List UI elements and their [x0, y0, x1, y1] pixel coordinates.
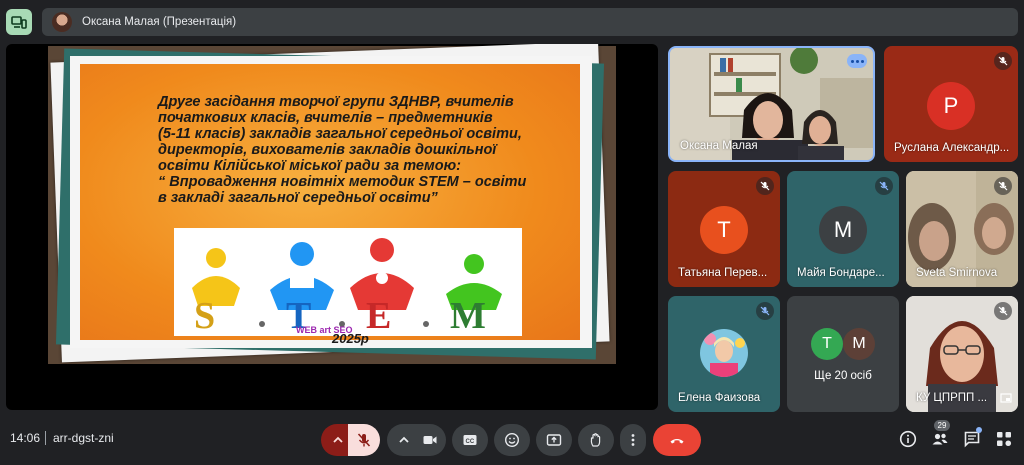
participant-name: Майя Бондаре... — [797, 267, 885, 279]
participant-avatar: M — [843, 328, 875, 360]
slide-heading: Друге засідання творчої групи ЗДНВР, вчи… — [158, 94, 578, 206]
meeting-details-button[interactable] — [897, 428, 919, 450]
participant-tile-oksana[interactable]: Оксана Малая — [668, 46, 875, 162]
info-icon — [899, 430, 917, 448]
microphone-toggle-button[interactable] — [348, 424, 380, 456]
stem-letter-m: M — [450, 295, 486, 336]
more-options-icon[interactable] — [847, 54, 867, 68]
presentation-chip[interactable]: Оксана Малая (Презентація) — [42, 8, 1018, 36]
present-now-button[interactable] — [536, 424, 572, 456]
people-icon — [932, 433, 948, 445]
slide-year: 2025р — [332, 331, 369, 346]
mic-off-icon — [994, 52, 1012, 70]
meeting-clock: 14:06 — [10, 431, 41, 445]
more-participants-label: Ще 20 осіб — [814, 370, 872, 382]
top-bar: Оксана Малая (Презентація) — [0, 0, 1024, 42]
participant-avatar: T — [700, 206, 748, 254]
participant-name: Оксана Малая — [680, 140, 758, 152]
pip-icon[interactable] — [1000, 392, 1012, 404]
slide-line: “ Впровадження новітніх методик STEM – о… — [158, 174, 527, 190]
slide-line: Друге засідання творчої групи ЗДНВР, вчи… — [158, 94, 514, 110]
participant-tile-ruslana[interactable]: P Руслана Александр... — [884, 46, 1018, 162]
hang-up-icon — [670, 439, 684, 444]
screen-share-icon — [11, 16, 27, 29]
participant-name: Татьяна Перев... — [678, 267, 768, 279]
stem-letter-e: E — [366, 295, 391, 336]
svg-text:CC: CC — [466, 439, 475, 445]
hand-icon — [590, 433, 601, 447]
presenter-avatar — [52, 12, 72, 32]
mic-off-icon — [994, 302, 1012, 320]
stem-logo-image: S T E M — [174, 228, 522, 337]
mic-off-icon — [756, 177, 774, 195]
participant-tile-maya[interactable]: M Майя Бондаре... — [787, 171, 899, 287]
slide-line: директорів, вихователів закладів дошкіль… — [158, 142, 497, 158]
mic-off-icon — [357, 433, 371, 447]
chevron-up-icon — [333, 436, 343, 443]
presentation-stage[interactable]: Друге засідання творчої групи ЗДНВР, вчи… — [6, 44, 658, 410]
people-button[interactable] — [929, 428, 951, 450]
participant-name: Елена Фаизова — [678, 392, 761, 404]
mic-off-icon — [994, 177, 1012, 195]
camera-icon — [423, 436, 437, 444]
captions-icon: CC — [463, 435, 477, 445]
raise-hand-button[interactable] — [578, 424, 614, 456]
meeting-code: arr-dgst-zni — [53, 431, 114, 445]
participant-avatar: M — [819, 206, 867, 254]
participant-name: Руслана Александр... — [894, 142, 1010, 154]
bottom-toolbar: 14:06 arr-dgst-zni CC 29 — [0, 414, 1024, 465]
camera-toggle-button[interactable] — [414, 424, 446, 456]
captions-button[interactable]: CC — [452, 424, 488, 456]
divider — [45, 431, 46, 445]
slide-line: початкових класів, вчителів – предметник… — [158, 110, 493, 126]
participant-tile-ku-cprpp[interactable]: КУ ЦПРПП ... — [906, 296, 1018, 412]
participant-photo-avatar — [700, 329, 748, 377]
participant-tile-tatiana[interactable]: T Татьяна Перев... — [668, 171, 780, 287]
participant-avatar: T — [811, 328, 843, 360]
leave-call-button[interactable] — [653, 424, 701, 456]
slide-line: освіти Кілійської міської ради за темою: — [158, 158, 461, 174]
participant-tile-elena[interactable]: Елена Фаизова — [668, 296, 780, 412]
mic-off-icon — [756, 302, 774, 320]
people-count-badge: 29 — [934, 420, 950, 431]
stem-letter-s: S — [194, 295, 215, 336]
participant-tile-sveta[interactable]: Sveta Smirnova — [906, 171, 1018, 287]
chat-notification-dot — [976, 427, 982, 433]
present-screen-button[interactable] — [6, 9, 32, 35]
mic-off-icon — [875, 177, 893, 195]
more-options-button[interactable] — [620, 424, 646, 456]
shared-slide: Друге засідання творчої групи ЗДНВР, вчи… — [48, 44, 616, 364]
slide-line: в закладі загальної середньої освіти” — [158, 190, 438, 206]
reactions-button[interactable] — [494, 424, 530, 456]
chevron-up-icon — [399, 436, 409, 443]
emoji-icon — [504, 432, 520, 448]
more-vert-icon — [631, 434, 635, 446]
activities-button[interactable] — [993, 428, 1015, 450]
participant-name: Sveta Smirnova — [916, 267, 998, 279]
participant-avatar: P — [927, 82, 975, 130]
apps-icon — [997, 432, 1012, 447]
more-participants-tile[interactable]: T M Ще 20 осіб — [787, 296, 899, 412]
present-screen-icon — [546, 434, 562, 446]
presentation-title: Оксана Малая (Презентація) — [82, 16, 237, 28]
slide-line: (5-11 класів) закладів загальної середнь… — [158, 126, 522, 142]
participant-name: КУ ЦПРПП ... — [916, 392, 988, 404]
